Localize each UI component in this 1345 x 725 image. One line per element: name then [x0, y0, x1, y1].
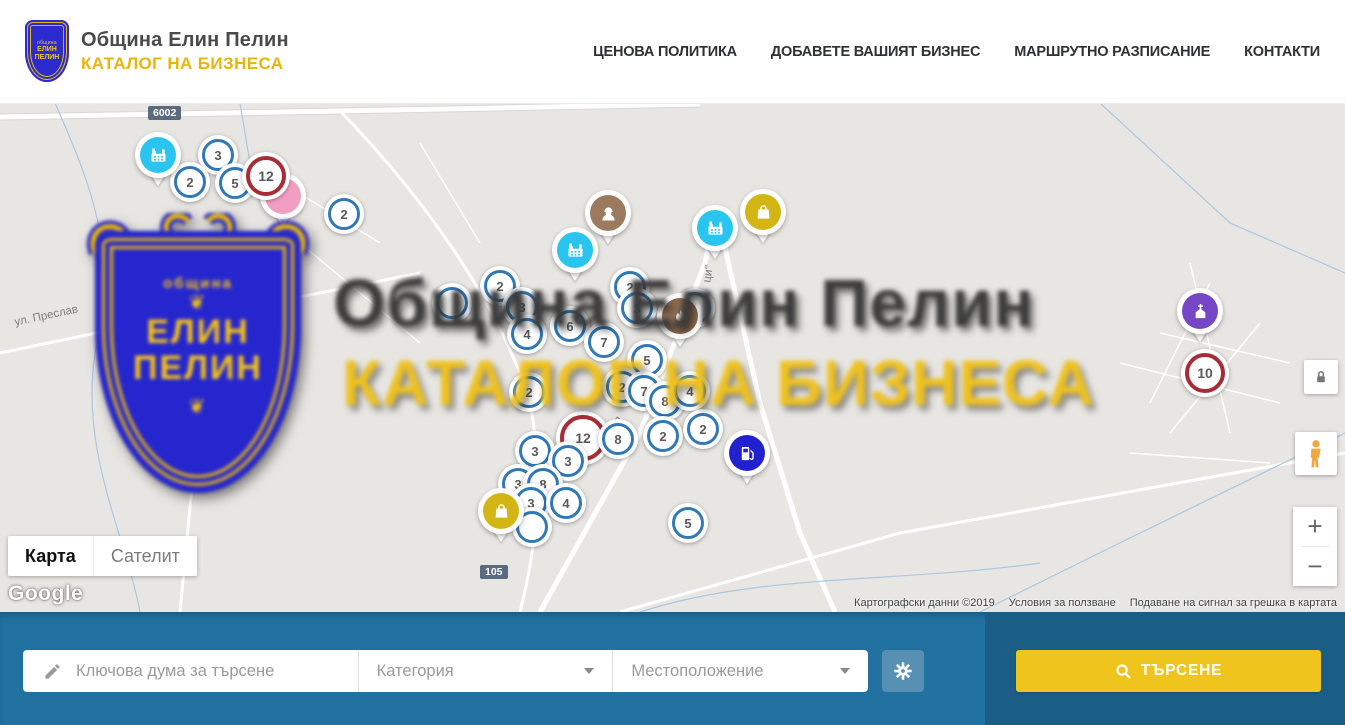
shopping-bag-pin[interactable]: [478, 488, 524, 534]
factory-pin[interactable]: [692, 205, 738, 251]
cluster-count: 3: [214, 148, 221, 163]
cluster-marker[interactable]: 12: [242, 152, 290, 200]
map-type-satellite-button[interactable]: Сателит: [93, 536, 197, 576]
search-panel: Категория Местоположение: [0, 612, 1345, 725]
site-logo[interactable]: община ЕЛИНПЕЛИН Община Елин Пелин КАТАЛ…: [25, 20, 289, 82]
cluster-count: 2: [525, 385, 532, 400]
factory-pin[interactable]: [135, 132, 181, 178]
cluster-marker[interactable]: 4: [670, 371, 710, 411]
cluster-count: 8: [614, 432, 621, 447]
cluster-count: 5: [684, 516, 691, 531]
nav-item-pricing[interactable]: ЦЕНОВА ПОЛИТИКА: [593, 44, 737, 60]
map-canvas[interactable]: 6002105ул. Преславбул. „Новоселци" 32512…: [0, 103, 1345, 612]
attribution-text: Картографски данни ©2019: [854, 597, 995, 609]
site-subtitle: КАТАЛОГ НА БИЗНЕСА: [81, 54, 289, 74]
cluster-count: 3: [633, 301, 640, 316]
cluster-marker[interactable]: 10: [1181, 349, 1229, 397]
cluster-count: 12: [258, 168, 274, 184]
cluster-count: 2: [496, 279, 503, 294]
attribution-link[interactable]: Условия за ползване: [1009, 597, 1116, 609]
cluster-count: 5: [643, 353, 650, 368]
bag-icon: [483, 493, 519, 529]
bag-icon: [745, 194, 781, 230]
fuel-station-pin[interactable]: [724, 430, 770, 476]
map-attribution: Картографски данни ©2019 Условия за ползв…: [854, 597, 1337, 609]
cluster-count: 7: [600, 335, 607, 350]
header: община ЕЛИНПЕЛИН Община Елин Пелин КАТАЛ…: [0, 0, 1345, 104]
cluster-marker[interactable]: 2: [643, 416, 683, 456]
cluster-count: 4: [686, 384, 693, 399]
factory-icon: [697, 210, 733, 246]
attribution-link[interactable]: Подаване на сигнал за грешка в картата: [1130, 597, 1337, 609]
shopping-bag-pin[interactable]: [740, 189, 786, 235]
worker-pin[interactable]: [585, 190, 631, 236]
lock-button[interactable]: [1304, 360, 1338, 394]
chevron-down-icon: [584, 668, 594, 679]
zoom-in-button[interactable]: +: [1293, 507, 1337, 546]
cluster-marker[interactable]: 5: [668, 503, 708, 543]
location-select[interactable]: Местоположение: [612, 650, 868, 692]
worker-icon: [590, 195, 626, 231]
keyword-field: [23, 650, 358, 692]
nav-item-add-business[interactable]: ДОБАВЕТЕ ВАШИЯТ БИЗНЕС: [771, 44, 980, 60]
factory-icon: [557, 232, 593, 268]
zoom-control: + −: [1293, 507, 1337, 586]
cluster-count: 10: [1197, 365, 1213, 381]
cluster-count: 2: [340, 207, 347, 222]
church-icon: [1182, 293, 1218, 329]
cluster-count: 6: [566, 319, 573, 334]
google-logo[interactable]: Google: [8, 582, 83, 606]
map-type-map-button[interactable]: Карта: [8, 536, 93, 576]
cluster-count: 5: [231, 176, 238, 191]
cluster-count: 8: [661, 394, 668, 409]
page: община ЕЛИНПЕЛИН Община Елин Пелин КАТАЛ…: [0, 0, 1345, 725]
municipality-crest-icon: община ЕЛИНПЕЛИН: [25, 20, 69, 82]
cluster-marker[interactable]: 4: [507, 314, 547, 354]
gear-icon: [892, 660, 914, 682]
church-pin[interactable]: [1177, 288, 1223, 334]
keyword-input[interactable]: [74, 661, 358, 682]
fire-icon: [662, 298, 698, 334]
cluster-marker[interactable]: 2: [683, 409, 723, 449]
search-icon: [1115, 663, 1132, 680]
cluster-marker[interactable]: 2: [509, 372, 549, 412]
zoom-out-button[interactable]: −: [1293, 547, 1337, 586]
cluster-marker[interactable]: 7: [584, 322, 624, 362]
cluster-count: 4: [523, 327, 530, 342]
main-nav: ЦЕНОВА ПОЛИТИКА ДОБАВЕТЕ ВАШИЯТ БИЗНЕС МАР…: [593, 0, 1320, 103]
search-fieldbar: Категория Местоположение: [23, 650, 868, 692]
cluster-count: 2: [659, 429, 666, 444]
cluster-marker[interactable]: 3: [617, 288, 657, 328]
fire-pin[interactable]: [657, 293, 703, 339]
cluster-count: 4: [562, 496, 569, 511]
street-view-pegman-button[interactable]: [1295, 432, 1337, 475]
lock-icon: [1312, 368, 1330, 386]
markers-layer: 3251222323546752278422128333834510: [0, 103, 1345, 612]
search-button[interactable]: ТЪРСЕНЕ: [1016, 650, 1321, 692]
cluster-count: 3: [564, 454, 571, 469]
cluster-count: 2: [186, 175, 193, 190]
cluster-count: 3: [531, 444, 538, 459]
pegman-icon: [1303, 439, 1329, 469]
site-title: Община Елин Пелин: [81, 29, 289, 52]
fuel-icon: [729, 435, 765, 471]
cluster-marker[interactable]: 8: [598, 419, 638, 459]
cluster-marker[interactable]: [432, 283, 472, 323]
nav-item-route-schedule[interactable]: МАРШРУТНО РАЗПИСАНИЕ: [1014, 44, 1210, 60]
nav-item-contacts[interactable]: КОНТАКТИ: [1244, 44, 1320, 60]
chevron-down-icon: [840, 668, 850, 679]
cluster-count: 2: [699, 422, 706, 437]
advanced-search-button[interactable]: [882, 650, 924, 692]
factory-icon: [140, 137, 176, 173]
cluster-count: 3: [518, 300, 525, 315]
map-type-control: Карта Сателит: [8, 536, 197, 576]
pencil-icon: [43, 662, 62, 681]
cluster-marker[interactable]: 2: [324, 194, 364, 234]
cluster-marker[interactable]: 4: [546, 483, 586, 523]
category-select[interactable]: Категория: [358, 650, 613, 692]
